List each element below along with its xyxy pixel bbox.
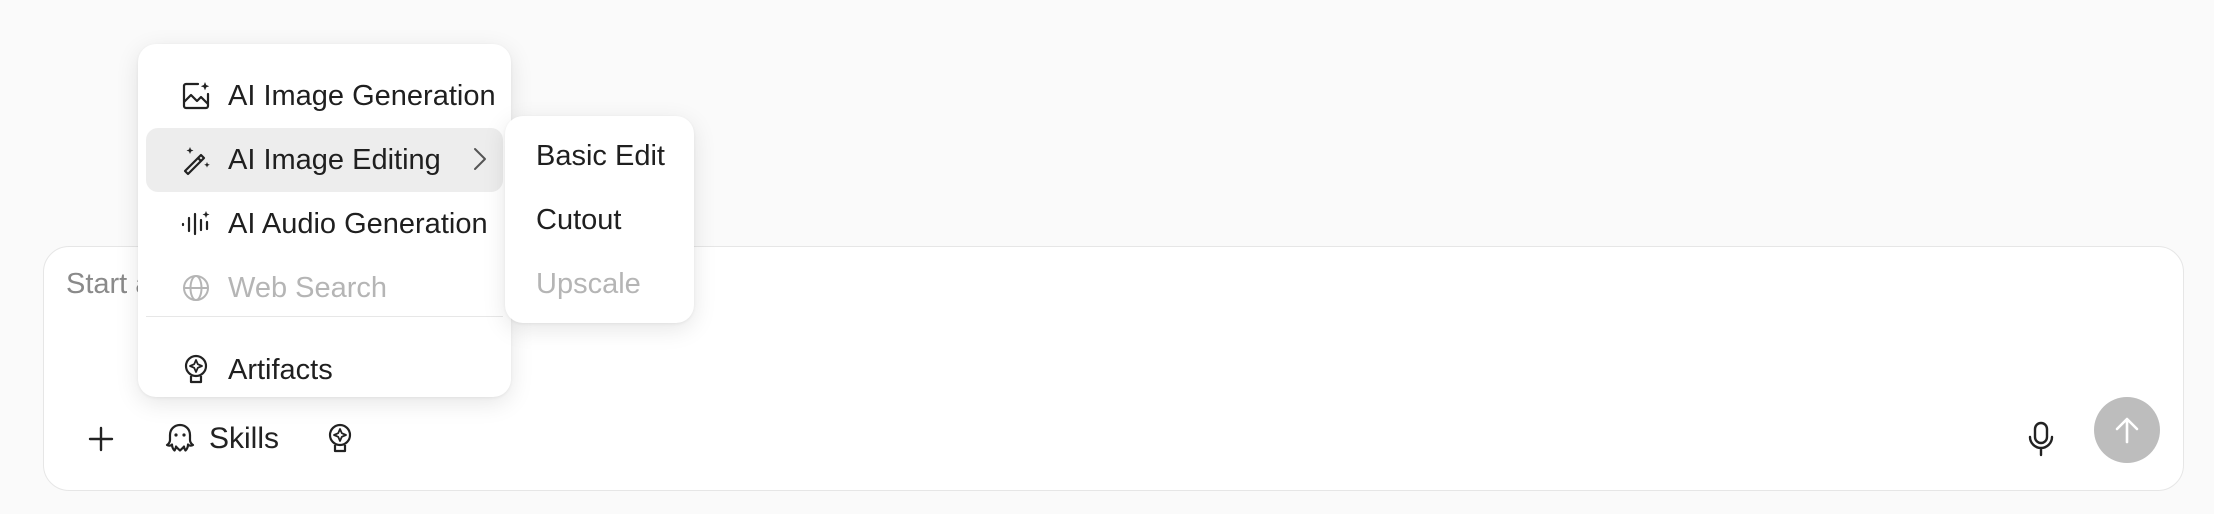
skills-button[interactable]: Skills xyxy=(157,411,287,467)
artifact-icon xyxy=(328,423,352,453)
menu-item-label: Artifacts xyxy=(228,353,333,386)
menu-item-label: Web Search xyxy=(228,271,388,304)
chevron-right-icon xyxy=(471,144,489,182)
menu-item-web-search[interactable]: Web Search xyxy=(146,256,503,320)
image-editing-submenu: Basic Edit Cutout Upscale xyxy=(505,116,694,323)
menu-divider xyxy=(146,316,503,317)
menu-item-ai-image-editing[interactable]: AI Image Editing xyxy=(146,128,503,192)
submenu-item-basic-edit[interactable]: Basic Edit xyxy=(513,126,686,186)
voice-input-button[interactable] xyxy=(2013,411,2069,467)
arrow-up-icon xyxy=(2115,417,2139,444)
microphone-icon xyxy=(2028,421,2054,457)
plus-icon xyxy=(88,426,114,452)
artifacts-button[interactable] xyxy=(312,411,368,467)
ghost-icon xyxy=(165,423,195,452)
menu-item-artifacts[interactable]: Artifacts xyxy=(146,338,503,402)
skills-label: Skills xyxy=(209,422,280,455)
audio-wave-icon xyxy=(178,206,214,242)
wand-icon xyxy=(178,142,214,178)
menu-item-ai-audio-generation[interactable]: AI Audio Generation xyxy=(146,192,503,256)
submenu-item-cutout[interactable]: Cutout xyxy=(513,190,686,250)
menu-item-ai-image-generation[interactable]: AI Image Generation xyxy=(146,64,503,128)
tools-menu: AI Image Generation AI Image Editing AI … xyxy=(138,44,511,397)
menu-item-label: AI Image Generation xyxy=(228,79,496,112)
submenu-item-upscale[interactable]: Upscale xyxy=(513,254,686,314)
send-button[interactable] xyxy=(2094,397,2160,463)
image-sparkle-icon xyxy=(178,78,214,114)
globe-icon xyxy=(178,270,214,306)
menu-item-label: AI Image Editing xyxy=(228,143,441,176)
menu-item-label: AI Audio Generation xyxy=(228,207,488,240)
artifact-icon xyxy=(178,352,214,388)
add-button[interactable] xyxy=(73,411,129,467)
